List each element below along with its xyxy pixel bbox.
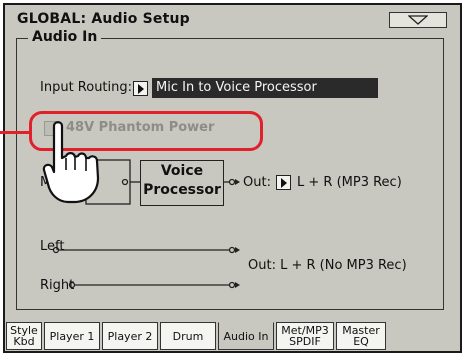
tab-master-eq[interactable]: Master EQ [336,322,386,350]
out-value[interactable]: L + R (MP3 Rec) [297,175,402,190]
voice-processor-line1: Voice [160,163,204,179]
tab-label: Player 1 [49,329,95,343]
hand-pointer-icon [42,121,100,204]
left-label: Left [40,239,65,254]
tab-label-line2: Kbd [13,335,35,348]
tab-player-2[interactable]: Player 2 [102,322,158,350]
tab-label: Player 2 [107,329,153,343]
tab-style-kbd[interactable]: Style Kbd [6,322,42,350]
tab-label-line2: EQ [353,335,369,348]
right-label: Right [40,278,75,293]
tab-label: Drum [172,329,204,343]
voice-processor-label: Voice Processor [140,162,224,206]
tab-drum[interactable]: Drum [160,322,216,350]
tab-player-1[interactable]: Player 1 [44,322,100,350]
output-popup-button[interactable] [276,175,291,190]
tab-met-mp3-spdif[interactable]: Met/MP3 SPDIF [276,322,334,350]
tab-label: Audio In [223,329,269,343]
tab-audio-in[interactable]: Audio In [218,322,274,350]
tab-label-line2: SPDIF [289,335,321,348]
direct-out-label: Out: L + R (No MP3 Rec) [248,258,407,273]
voice-processor-line2: Processor [143,182,221,198]
out-label: Out: [243,175,271,190]
